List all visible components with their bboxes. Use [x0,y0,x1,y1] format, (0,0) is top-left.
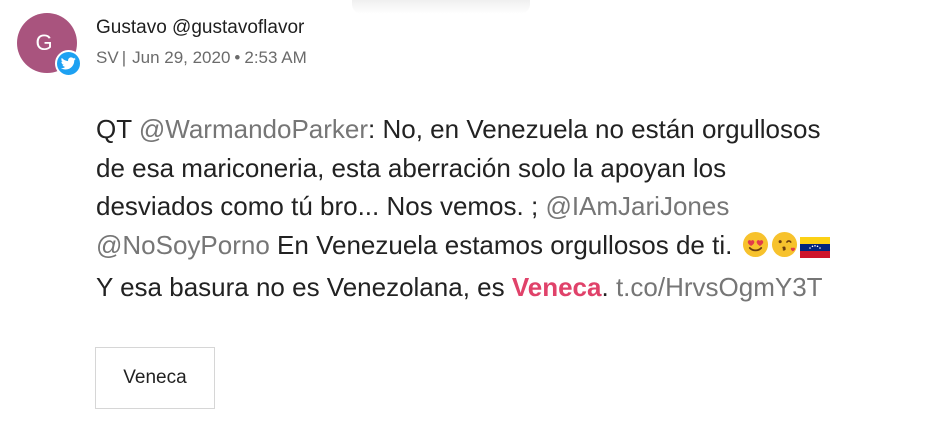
tweet-text-segment: de esa mariconeria, esta aberración solo… [96,152,727,183]
twitter-bird-icon [55,50,82,77]
tweet-line-2: de esa mariconeria, esta aberración solo… [96,149,926,188]
location: SV [96,48,119,67]
keyword-tag-label: Veneca [123,367,187,388]
highlighted-keyword: Veneca [511,272,602,302]
meta-dot: • [234,48,241,67]
author-line: Gustavo @gustavoflavor [96,17,304,39]
tweet-text-segment: Y esa basura no es Venezolana, es [96,272,505,302]
mention-link[interactable]: @NoSoyPorno [96,230,270,260]
tweet-text-segment: . [601,272,609,302]
tweet-text: QT @WarmandoParker: No, en Venezuela no … [96,110,926,307]
tweet-link[interactable]: t.co/HrvsOgmY3T [616,272,823,302]
meta-separator: | [121,48,127,67]
kissing-face-emoji [771,230,798,269]
tweet-line-1: QT @WarmandoParker: No, en Venezuela no … [96,110,926,149]
mention-link[interactable]: @IAmJariJones [545,191,729,221]
keyword-tag-button[interactable]: Veneca [95,347,215,409]
post-meta: SV | Jun 29, 2020 • 2:53 AM [96,48,307,68]
tweet-text-segment: En Venezuela estamos orgullosos de ti. [277,229,733,260]
heart-eyes-emoji [742,230,769,269]
author-handle[interactable]: @gustavoflavor [172,17,304,38]
qt-prefix: QT [96,114,132,144]
avatar-initial: G [35,30,53,55]
post-date[interactable]: Jun 29, 2020 [132,48,230,67]
venezuela-flag-emoji [799,230,830,269]
post-time[interactable]: 2:53 AM [244,48,306,67]
tweet-text-segment: : No, en Venezuela no están orgullosos [368,114,821,144]
tweet-line-4: @NoSoyPorno En Venezuela estamos orgullo… [96,226,926,269]
tweet-text-segment: desviados como tú bro... Nos vemos. ; [96,191,539,221]
author-name[interactable]: Gustavo [96,17,167,38]
tweet-line-3: desviados como tú bro... Nos vemos. ; @I… [96,187,926,226]
top-shadow-decoration [352,0,530,14]
mention-link[interactable]: @WarmandoParker [139,114,368,144]
tweet-line-5: Y esa basura no es Venezolana, es Veneca… [96,268,926,307]
